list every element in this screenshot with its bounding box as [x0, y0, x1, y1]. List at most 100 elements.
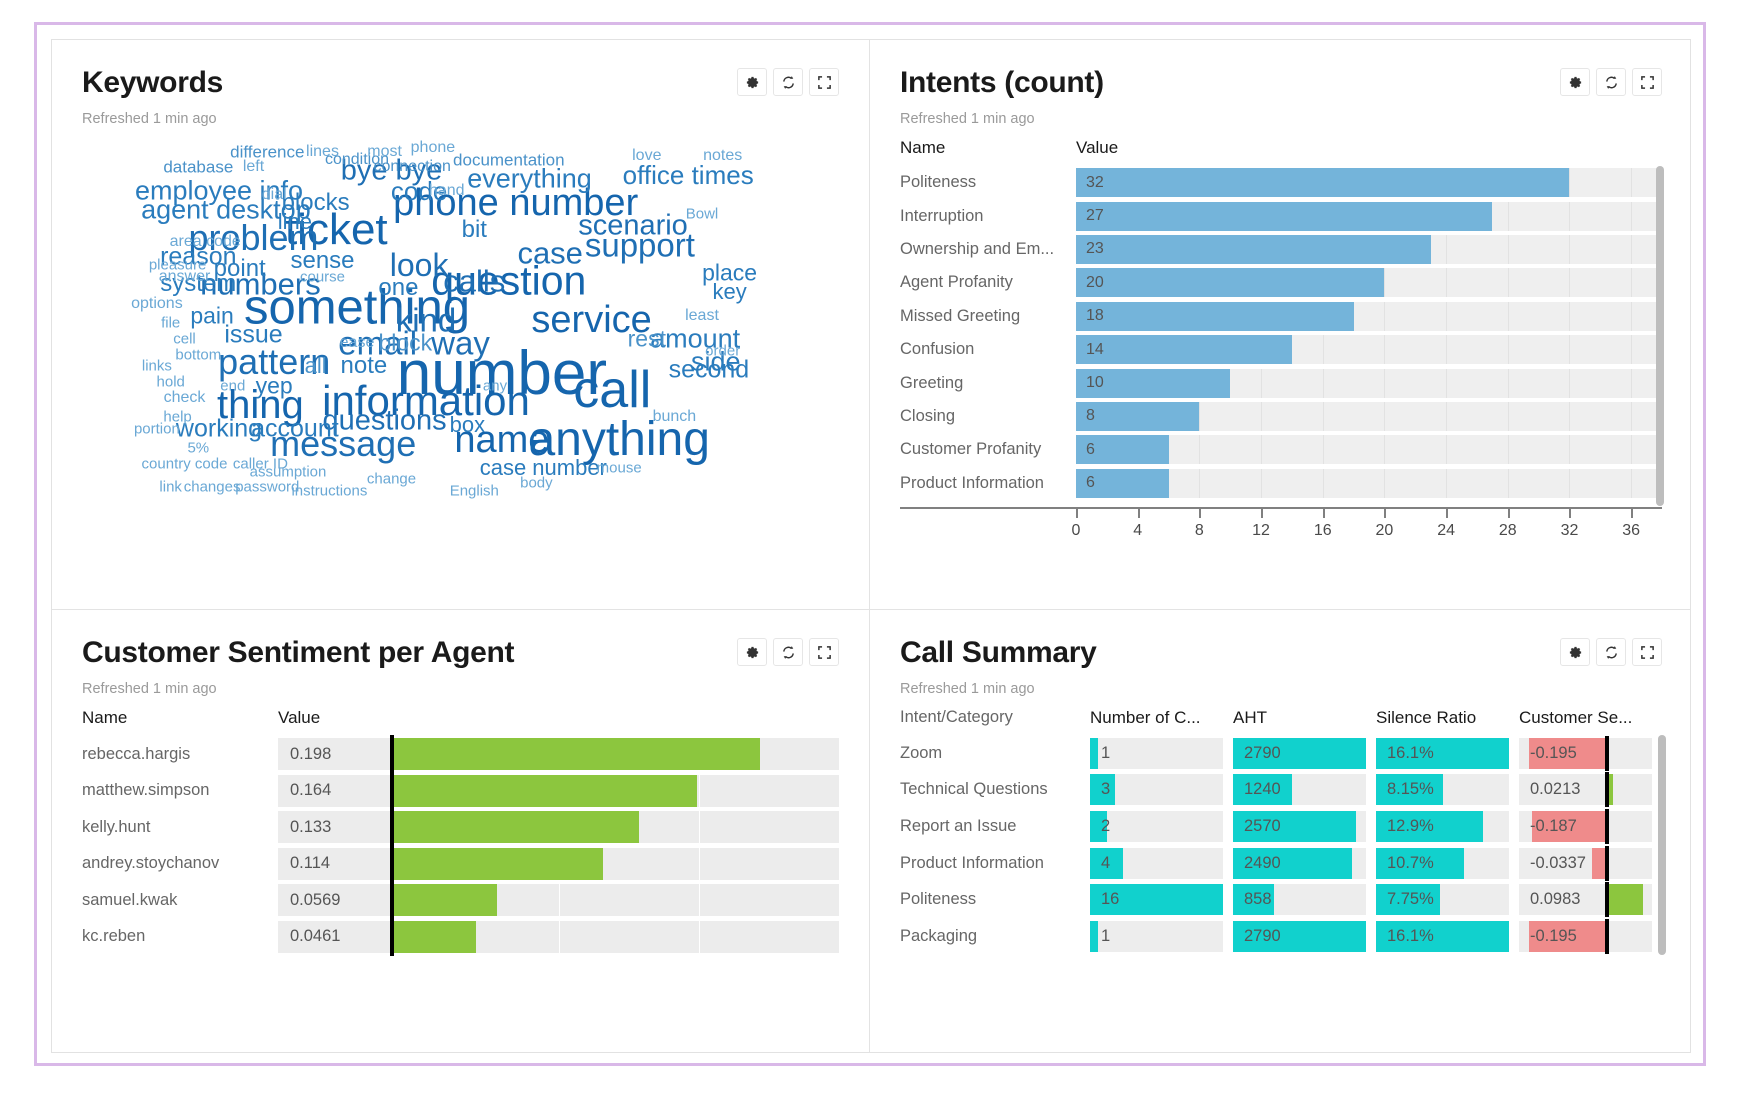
expand-button[interactable] — [809, 638, 839, 666]
refresh-button[interactable] — [773, 68, 803, 96]
settings-button[interactable] — [1560, 68, 1590, 96]
expand-button[interactable] — [1632, 68, 1662, 96]
table-row[interactable]: Packaging 1 2790 16.1% -0.195 — [900, 918, 1662, 955]
word-cloud-term[interactable]: everything — [467, 165, 592, 193]
word-cloud-term[interactable]: bottom — [175, 347, 221, 362]
expand-button[interactable] — [1632, 638, 1662, 666]
word-cloud-term[interactable]: ease — [340, 334, 375, 351]
table-row[interactable]: kc.reben 0.0461 — [82, 917, 839, 956]
word-cloud-term[interactable]: account — [251, 416, 339, 441]
word-cloud-term[interactable]: least — [685, 307, 719, 324]
word-cloud-term[interactable]: all — [305, 355, 327, 377]
column-header-value[interactable]: Value — [278, 708, 320, 728]
word-cloud-term[interactable]: difference — [230, 143, 304, 160]
word-cloud-term[interactable]: country code — [142, 456, 228, 471]
word-cloud-term[interactable]: call — [573, 364, 651, 416]
table-row[interactable]: rebecca.hargis 0.198 — [82, 735, 839, 774]
table-row[interactable]: Closing 8 — [900, 400, 1662, 433]
table-row[interactable]: Customer Profanity 6 — [900, 433, 1662, 466]
word-cloud-term[interactable]: hold — [157, 374, 185, 389]
word-cloud-term[interactable]: calls — [443, 265, 505, 296]
word-cloud-term[interactable]: area code — [170, 233, 241, 250]
word-cloud-term[interactable]: box — [450, 413, 485, 436]
word-cloud-term[interactable]: case — [517, 238, 582, 269]
word-cloud-term[interactable]: link — [159, 480, 182, 495]
table-row[interactable]: Technical Questions 3 1240 8.15% 0.0213 — [900, 772, 1662, 809]
column-header-value[interactable]: Value — [1076, 138, 1118, 158]
word-cloud-term[interactable]: most — [367, 143, 402, 160]
word-cloud-term[interactable]: any — [483, 378, 507, 393]
word-cloud-term[interactable]: rest — [628, 327, 666, 351]
word-cloud-term[interactable]: hand — [429, 182, 465, 199]
table-row[interactable]: Missed Greeting 18 — [900, 300, 1662, 333]
word-cloud-term[interactable]: love — [632, 147, 661, 164]
table-row[interactable]: Politeness 16 858 7.75% 0.0983 — [900, 881, 1662, 918]
word-cloud-term[interactable]: questions — [323, 406, 447, 435]
refresh-button[interactable] — [1596, 68, 1626, 96]
word-cloud-term[interactable]: block — [378, 331, 432, 354]
word-cloud-term[interactable]: course — [300, 269, 345, 284]
word-cloud-term[interactable]: options — [131, 295, 183, 312]
word-cloud-term[interactable]: check — [164, 389, 206, 406]
column-header[interactable]: AHT — [1233, 708, 1366, 728]
word-cloud-term[interactable]: links — [142, 359, 172, 374]
word-cloud-term[interactable]: cell — [173, 332, 196, 347]
word-cloud-term[interactable]: file — [161, 316, 180, 331]
expand-button[interactable] — [809, 68, 839, 96]
settings-button[interactable] — [737, 638, 767, 666]
table-row[interactable]: matthew.simpson 0.164 — [82, 771, 839, 810]
table-row[interactable]: Product Information 4 2490 10.7% -0.0337 — [900, 845, 1662, 882]
word-cloud-term[interactable]: lines — [306, 143, 339, 160]
word-cloud-term[interactable]: password — [235, 480, 299, 495]
word-cloud-term[interactable]: change — [367, 472, 416, 487]
refresh-button[interactable] — [773, 638, 803, 666]
table-row[interactable]: Politeness 32 — [900, 166, 1662, 199]
word-cloud-term[interactable]: yep — [256, 374, 293, 397]
word-cloud-term[interactable]: one — [378, 276, 418, 300]
word-cloud-term[interactable]: assumption — [250, 464, 327, 479]
table-row[interactable]: Product Information 6 — [900, 467, 1662, 500]
word-cloud-term[interactable]: body — [520, 476, 553, 491]
column-header[interactable]: Intent/Category — [900, 708, 1090, 728]
table-row[interactable]: Zoom 1 2790 16.1% -0.195 — [900, 735, 1662, 772]
word-cloud-term[interactable]: line — [278, 211, 312, 233]
table-row[interactable]: samuel.kwak 0.0569 — [82, 881, 839, 920]
word-cloud-term[interactable]: phone — [411, 139, 456, 156]
word-cloud-term[interactable]: dial — [262, 186, 287, 203]
word-cloud-term[interactable]: database — [163, 159, 233, 176]
word-cloud-term[interactable]: scenario — [578, 211, 688, 240]
word-cloud-term[interactable]: end — [220, 378, 245, 393]
word-cloud-term[interactable]: Bowl — [686, 207, 719, 222]
word-cloud-term[interactable]: changes — [184, 480, 241, 495]
word-cloud-term[interactable]: way — [431, 326, 490, 359]
refresh-button[interactable] — [1596, 638, 1626, 666]
column-header-name[interactable]: Name — [900, 138, 1076, 158]
column-header-name[interactable]: Name — [82, 708, 278, 728]
word-cloud-term[interactable]: notes — [703, 147, 742, 164]
word-cloud-term[interactable]: key — [712, 281, 746, 303]
word-cloud-term[interactable]: note — [341, 354, 388, 378]
word-cloud-term[interactable]: office times — [623, 162, 754, 188]
vertical-scrollbar[interactable] — [1658, 735, 1666, 955]
word-cloud-term[interactable]: pain — [190, 304, 233, 327]
table-row[interactable]: Report an Issue 2 2570 12.9% -0.187 — [900, 808, 1662, 845]
table-row[interactable]: Ownership and Em... 23 — [900, 233, 1662, 266]
word-cloud-term[interactable]: portion — [134, 421, 180, 436]
word-cloud-term[interactable]: bunch — [653, 409, 697, 425]
word-cloud-term[interactable]: left — [243, 159, 264, 175]
settings-button[interactable] — [1560, 638, 1590, 666]
word-cloud-term[interactable]: instructions — [291, 484, 367, 499]
word-cloud-term[interactable]: bit — [462, 217, 487, 242]
word-cloud-term[interactable]: documentation — [453, 151, 565, 168]
column-header[interactable]: Silence Ratio — [1376, 708, 1509, 728]
table-row[interactable]: Agent Profanity 20 — [900, 266, 1662, 299]
table-row[interactable]: Interruption 27 — [900, 199, 1662, 232]
table-row[interactable]: kelly.hunt 0.133 — [82, 808, 839, 847]
table-row[interactable]: Confusion 14 — [900, 333, 1662, 366]
word-cloud-term[interactable]: mouse — [597, 460, 642, 475]
table-row[interactable]: andrey.stoychanov 0.114 — [82, 844, 839, 883]
word-cloud-term[interactable]: answer — [159, 268, 211, 285]
word-cloud-term[interactable]: English — [450, 484, 499, 499]
settings-button[interactable] — [737, 68, 767, 96]
column-header[interactable]: Customer Se... — [1519, 708, 1652, 728]
